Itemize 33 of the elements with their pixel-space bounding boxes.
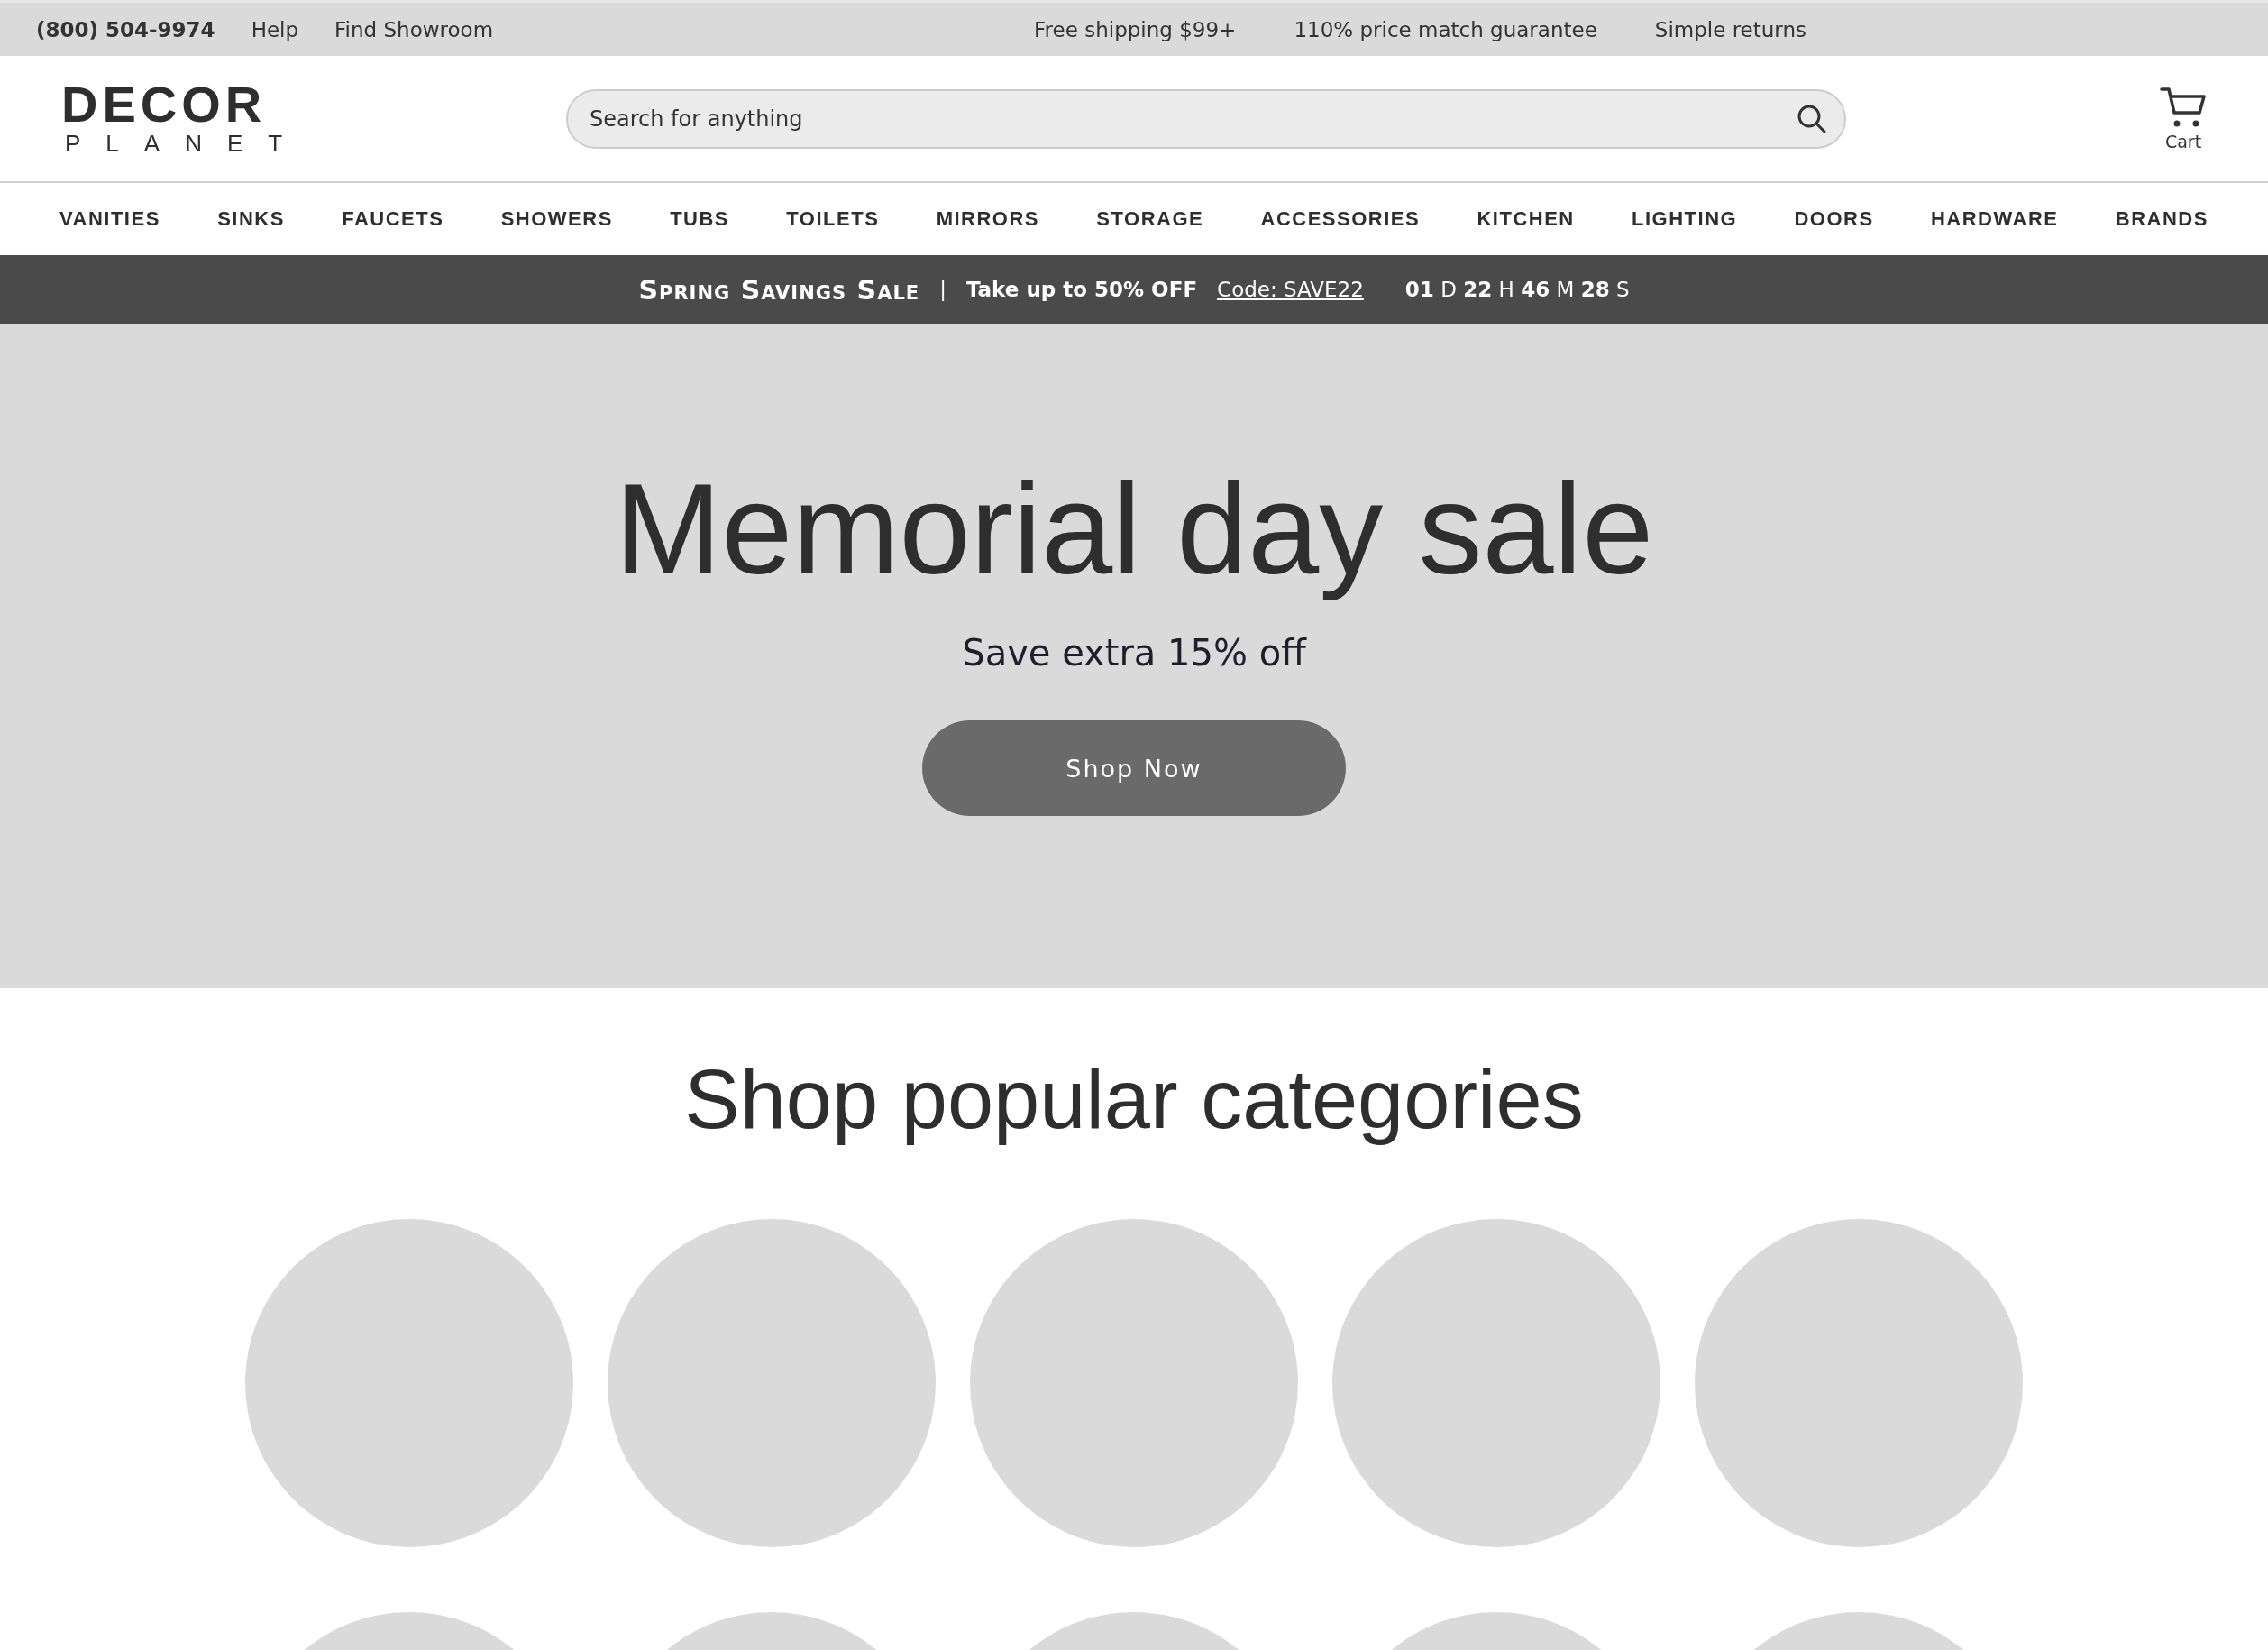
nav-link[interactable]: LIGHTING [1632,207,1738,231]
nav-link[interactable]: KITCHEN [1477,207,1575,231]
promo-code-link[interactable]: Code: SAVE22 [1217,278,1364,301]
promo-title: Spring Savings Sale [638,273,920,306]
perk-text: Simple returns [1654,17,1806,41]
nav-link[interactable]: DOORS [1794,207,1874,231]
logo-wordmark[interactable]: DECOR [61,78,267,130]
nav-link[interactable]: VANITIES [59,207,160,231]
cart-button[interactable]: Cart [2160,86,2207,151]
section-heading: Shop popular categories [684,1052,1584,1147]
nav-link[interactable]: BRANDS [2115,207,2209,231]
nav-link[interactable]: TUBS [670,207,730,231]
nav-link[interactable]: FAUCETS [342,207,444,231]
top-link[interactable]: Help [251,17,299,41]
countdown-timer: 01 D 22 H 46 M 28 S [1404,278,1630,301]
phone-number: (800) 504-9974 [36,17,215,41]
nav-link[interactable]: HARDWARE [1930,207,2059,231]
nav-link[interactable]: TOILETS [786,207,880,231]
promo-separator: | [939,278,947,301]
hero-title: Memorial day sale [614,459,1654,600]
logo-subtitle[interactable]: PLANET [65,129,308,159]
nav-link[interactable]: SHOWERS [500,207,613,231]
search-field[interactable]: Search for anything [566,88,1846,149]
shop-now-button[interactable]: Shop Now [922,720,1346,817]
nav-link[interactable]: SINKS [217,207,285,231]
perk-text: 110% price match guarantee [1294,17,1597,41]
nav-link[interactable]: MIRRORS [936,207,1039,231]
hero-subtitle: Save extra 15% off [962,632,1306,674]
nav-link[interactable]: ACCESSORIES [1260,207,1421,231]
nav-link[interactable]: STORAGE [1096,207,1204,231]
top-link[interactable]: Find Showroom [334,17,494,41]
promo-offer: Take up to 50% OFF [965,278,1198,301]
perk-text: Free shipping $99+ [1034,17,1237,41]
